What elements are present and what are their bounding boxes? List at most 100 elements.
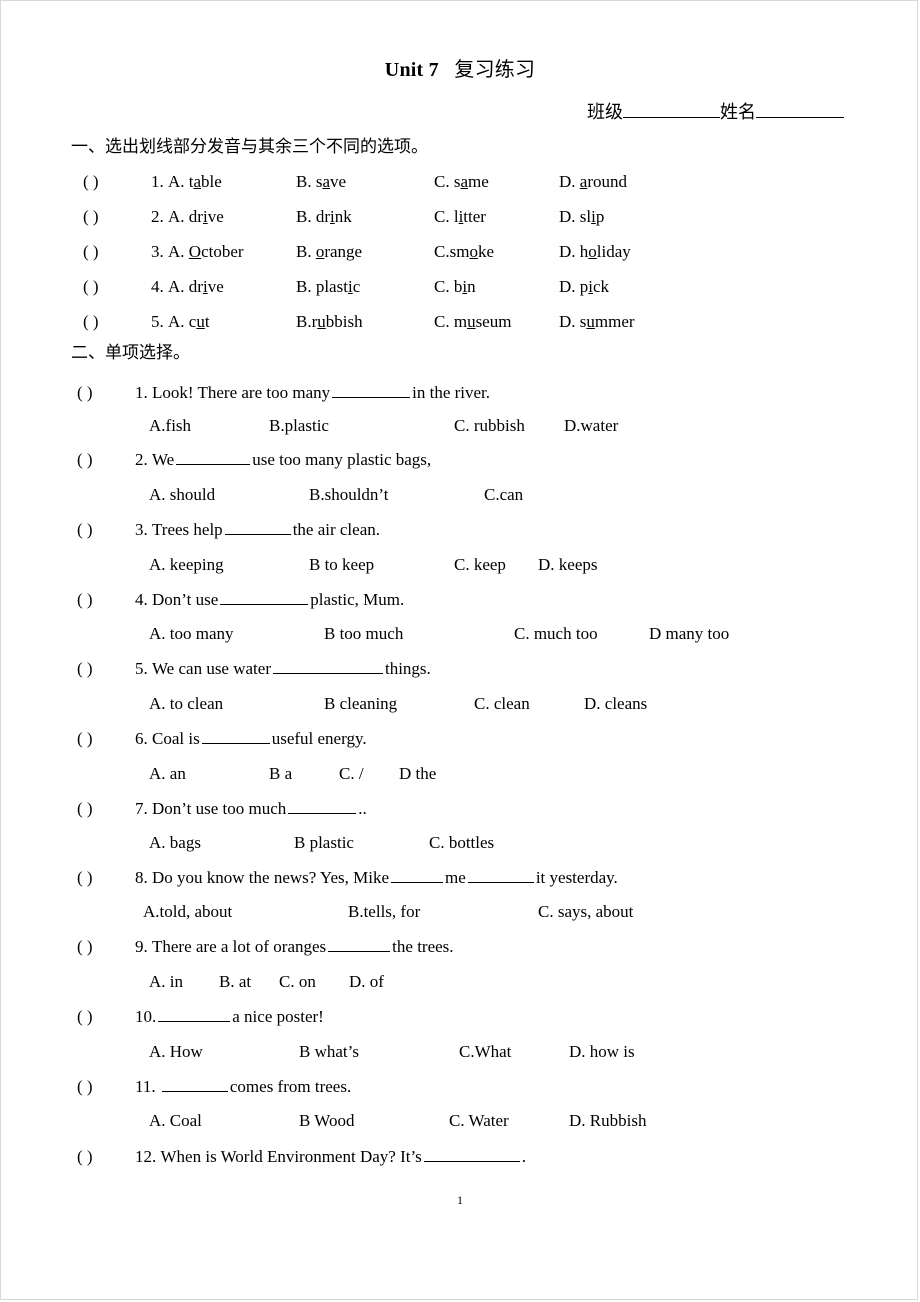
option-a-pre: A. bbox=[168, 242, 189, 261]
option-a-pre: A. dr bbox=[168, 277, 203, 296]
answer-bracket[interactable]: ( ) bbox=[77, 589, 135, 611]
option-a[interactable]: A.fish bbox=[149, 415, 269, 437]
option-c: C. litter bbox=[434, 206, 559, 228]
option-d[interactable]: D.water bbox=[564, 415, 618, 437]
answer-bracket[interactable]: ( ) bbox=[77, 382, 135, 404]
answer-bracket[interactable]: ( ) bbox=[77, 798, 135, 820]
answer-bracket[interactable]: ( ) bbox=[77, 728, 135, 750]
answer-bracket[interactable]: ( ) bbox=[77, 449, 135, 471]
option-a[interactable]: A. bags bbox=[149, 832, 294, 854]
answer-blank[interactable] bbox=[288, 813, 357, 814]
answer-bracket[interactable]: ( ) bbox=[83, 171, 151, 193]
option-b[interactable]: B to keep bbox=[309, 554, 454, 576]
answer-bracket[interactable]: ( ) bbox=[77, 1146, 135, 1168]
option-d[interactable]: D. keeps bbox=[538, 554, 597, 576]
option-a[interactable]: A. should bbox=[149, 484, 309, 506]
option-c[interactable]: C. bottles bbox=[429, 832, 494, 854]
table-row: ( ) 3. A. October B. orange C.smoke D. holid… bbox=[83, 241, 631, 265]
answer-blank[interactable] bbox=[158, 1021, 231, 1022]
answer-bracket[interactable]: ( ) bbox=[83, 206, 151, 228]
answer-blank[interactable] bbox=[220, 604, 309, 605]
option-b[interactable]: B Wood bbox=[299, 1110, 449, 1132]
option-d-post: round bbox=[587, 172, 627, 191]
answer-bracket[interactable]: ( ) bbox=[77, 936, 135, 958]
option-c[interactable]: C. on bbox=[279, 971, 349, 993]
option-a[interactable]: A. Coal bbox=[149, 1110, 299, 1132]
option-b: B. drink bbox=[296, 206, 434, 228]
option-a-underlined: u bbox=[196, 312, 205, 331]
answer-bracket[interactable]: ( ) bbox=[77, 1076, 135, 1098]
option-b-post: bbish bbox=[325, 312, 363, 331]
question-number: 9. bbox=[135, 937, 148, 956]
option-a[interactable]: A. an bbox=[149, 763, 269, 785]
option-b-pre: B. s bbox=[296, 172, 323, 191]
question-stem: ( ) 6. Coal is useful energy. bbox=[77, 728, 367, 752]
answer-blank[interactable] bbox=[272, 673, 383, 674]
option-b-post: range bbox=[324, 242, 363, 261]
answer-blank[interactable] bbox=[328, 951, 391, 952]
option-b[interactable]: B what’s bbox=[299, 1041, 459, 1063]
question-number: 7. bbox=[135, 799, 148, 818]
answer-bracket[interactable]: ( ) bbox=[77, 658, 135, 680]
option-c[interactable]: C. says, about bbox=[538, 901, 633, 923]
answer-bracket[interactable]: ( ) bbox=[77, 867, 135, 889]
answer-bracket[interactable]: ( ) bbox=[77, 519, 135, 541]
question-text-post: useful energy. bbox=[271, 729, 367, 748]
answer-bracket[interactable]: ( ) bbox=[83, 276, 151, 298]
option-c-post: seum bbox=[475, 312, 512, 331]
option-b-underlined: u bbox=[317, 312, 326, 331]
option-a[interactable]: A. How bbox=[149, 1041, 299, 1063]
question-text-pre: We can use water bbox=[152, 659, 271, 678]
option-c[interactable]: C.What bbox=[459, 1041, 569, 1063]
option-a[interactable]: A.told, about bbox=[143, 901, 348, 923]
option-c[interactable]: C. keep bbox=[454, 554, 538, 576]
option-d[interactable]: D. cleans bbox=[584, 693, 647, 715]
option-c[interactable]: C. clean bbox=[474, 693, 584, 715]
question-text-post: in the river. bbox=[412, 383, 491, 402]
answer-blank[interactable] bbox=[201, 743, 270, 744]
answer-blank-1[interactable] bbox=[391, 882, 444, 883]
option-b: B.rubbish bbox=[296, 311, 434, 333]
option-a[interactable]: A. too many bbox=[149, 623, 324, 645]
option-a[interactable]: A. keeping bbox=[149, 554, 309, 576]
option-b[interactable]: B cleaning bbox=[324, 693, 474, 715]
option-b[interactable]: B plastic bbox=[294, 832, 429, 854]
option-b[interactable]: B too much bbox=[324, 623, 514, 645]
option-b-post: c bbox=[352, 277, 361, 296]
option-c[interactable]: C. Water bbox=[449, 1110, 569, 1132]
option-d[interactable]: D. of bbox=[349, 971, 384, 993]
option-b[interactable]: B. at bbox=[219, 971, 279, 993]
option-d[interactable]: D. Rubbish bbox=[569, 1110, 646, 1132]
option-b[interactable]: B.tells, for bbox=[348, 901, 538, 923]
question-options: A.told, about B.tells, for C. says, about bbox=[143, 901, 633, 925]
option-b[interactable]: B a bbox=[269, 763, 339, 785]
answer-bracket[interactable]: ( ) bbox=[83, 311, 151, 333]
question-text-post: the air clean. bbox=[292, 520, 380, 539]
answer-blank[interactable] bbox=[224, 534, 291, 535]
option-d[interactable]: D many too bbox=[649, 623, 729, 645]
answer-blank[interactable] bbox=[176, 464, 251, 465]
answer-blank[interactable] bbox=[332, 397, 411, 398]
option-c[interactable]: C.can bbox=[484, 484, 523, 506]
option-b[interactable]: B.plastic bbox=[269, 415, 454, 437]
option-d[interactable]: D. how is bbox=[569, 1041, 635, 1063]
answer-bracket[interactable]: ( ) bbox=[77, 1006, 135, 1028]
option-a[interactable]: A. to clean bbox=[149, 693, 324, 715]
answer-blank[interactable] bbox=[161, 1091, 228, 1092]
option-a: A. cut bbox=[168, 311, 296, 333]
option-c[interactable]: C. / bbox=[339, 763, 399, 785]
option-c: C. museum bbox=[434, 311, 559, 333]
answer-blank[interactable] bbox=[423, 1161, 520, 1162]
option-a[interactable]: A. in bbox=[149, 971, 219, 993]
option-c[interactable]: C. rubbish bbox=[454, 415, 564, 437]
option-d: D. summer bbox=[559, 311, 635, 333]
answer-blank-2[interactable] bbox=[467, 882, 534, 883]
answer-bracket[interactable]: ( ) bbox=[83, 241, 151, 263]
option-c[interactable]: C. much too bbox=[514, 623, 649, 645]
option-c: C.smoke bbox=[434, 241, 559, 263]
table-row: ( ) 4. A. drive B. plastic C. bin D. pick bbox=[83, 276, 609, 300]
class-blank-line[interactable] bbox=[623, 117, 720, 118]
name-blank-line[interactable] bbox=[756, 117, 844, 118]
option-d[interactable]: D the bbox=[399, 763, 436, 785]
option-b[interactable]: B.shouldn’t bbox=[309, 484, 484, 506]
